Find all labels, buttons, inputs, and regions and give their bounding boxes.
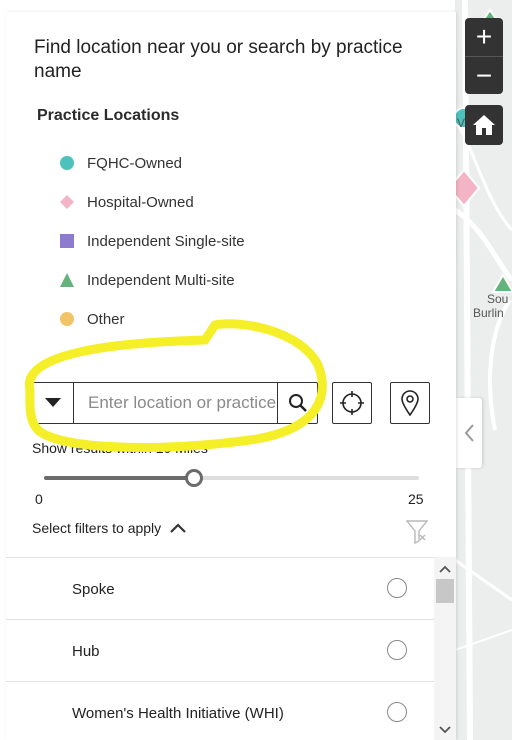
zoom-controls: + − [465, 18, 503, 94]
purple-square-icon [60, 234, 74, 248]
legend-item-hospital: Hospital-Owned [60, 191, 194, 213]
home-icon [473, 115, 495, 135]
legend-item-fqhc: FQHC-Owned [60, 152, 182, 174]
legend-label: Other [87, 310, 125, 328]
map-place-label: V [457, 116, 466, 130]
filters-toggle-label: Select filters to apply [32, 520, 162, 536]
locate-me-button[interactable] [332, 382, 372, 424]
scroll-down-button[interactable] [434, 720, 456, 740]
map-place-label: Burlin [473, 306, 504, 320]
legend-item-other: Other [60, 308, 125, 330]
map-pin-icon [401, 390, 419, 416]
teal-circle-icon [60, 156, 74, 170]
legend-label: FQHC-Owned [87, 154, 183, 172]
legend-item-multi-site: Independent Multi-site [60, 269, 235, 291]
radius-slider[interactable] [44, 469, 419, 487]
collapse-panel-button[interactable] [456, 398, 482, 468]
legend-item-single-site: Independent Single-site [60, 230, 245, 252]
caret-down-icon [45, 398, 61, 407]
filter-label: Women's Health Initiative (WHI) [72, 705, 284, 722]
slider-max-label: 25 [408, 491, 424, 507]
slider-min-label: 0 [35, 491, 43, 507]
legend-label: Hospital-Owned [87, 193, 194, 211]
zoom-out-button[interactable]: − [465, 56, 503, 94]
locator-panel: Find location near you or search by prac… [6, 12, 456, 740]
search-input[interactable] [74, 383, 277, 423]
slider-thumb[interactable] [185, 469, 203, 487]
green-triangle-icon [60, 273, 74, 287]
filter-radio[interactable] [387, 578, 407, 598]
crosshair-icon [340, 391, 364, 415]
filter-row-spoke[interactable]: Spoke [6, 558, 434, 620]
slider-fill [44, 476, 194, 480]
scroll-up-button[interactable] [434, 559, 456, 579]
orange-circle-icon [60, 312, 74, 326]
search-button[interactable] [277, 383, 317, 423]
legend-label: Independent Single-site [87, 232, 245, 250]
chevron-up-icon [170, 523, 186, 533]
filter-list-scrollbar[interactable] [434, 557, 456, 740]
filter-radio[interactable] [387, 702, 407, 722]
chevron-left-icon [464, 424, 474, 442]
filter-icon[interactable] [405, 520, 429, 549]
home-button[interactable] [465, 105, 503, 145]
legend-label: Independent Multi-site [87, 271, 235, 289]
search-radius-text: Show results within 10 Miles [32, 440, 208, 456]
intro-text: Find location near you or search by prac… [34, 37, 403, 82]
zoom-in-button[interactable]: + [465, 18, 503, 56]
filter-row-hub[interactable]: Hub [6, 620, 434, 682]
search-source-dropdown[interactable] [33, 383, 74, 423]
filter-list: Spoke Hub Women's Health Initiative (WHI… [6, 557, 434, 740]
filters-toggle[interactable]: Select filters to apply [32, 520, 187, 536]
legend-title: Practice Locations [37, 107, 180, 124]
search-icon [288, 394, 307, 412]
filter-label: Hub [72, 643, 100, 660]
filter-radio[interactable] [387, 640, 407, 660]
pink-diamond-icon [60, 195, 74, 209]
hospital-map-marker [455, 168, 481, 208]
drop-pin-button[interactable] [390, 382, 430, 424]
filter-row-whi[interactable]: Women's Health Initiative (WHI) [6, 682, 434, 740]
chevron-up-icon [439, 565, 451, 573]
search-box [32, 382, 318, 424]
chevron-down-icon [439, 726, 451, 734]
filter-label: Spoke [72, 581, 115, 598]
scroll-thumb[interactable] [436, 579, 454, 603]
map-place-label: Sou [487, 292, 509, 306]
